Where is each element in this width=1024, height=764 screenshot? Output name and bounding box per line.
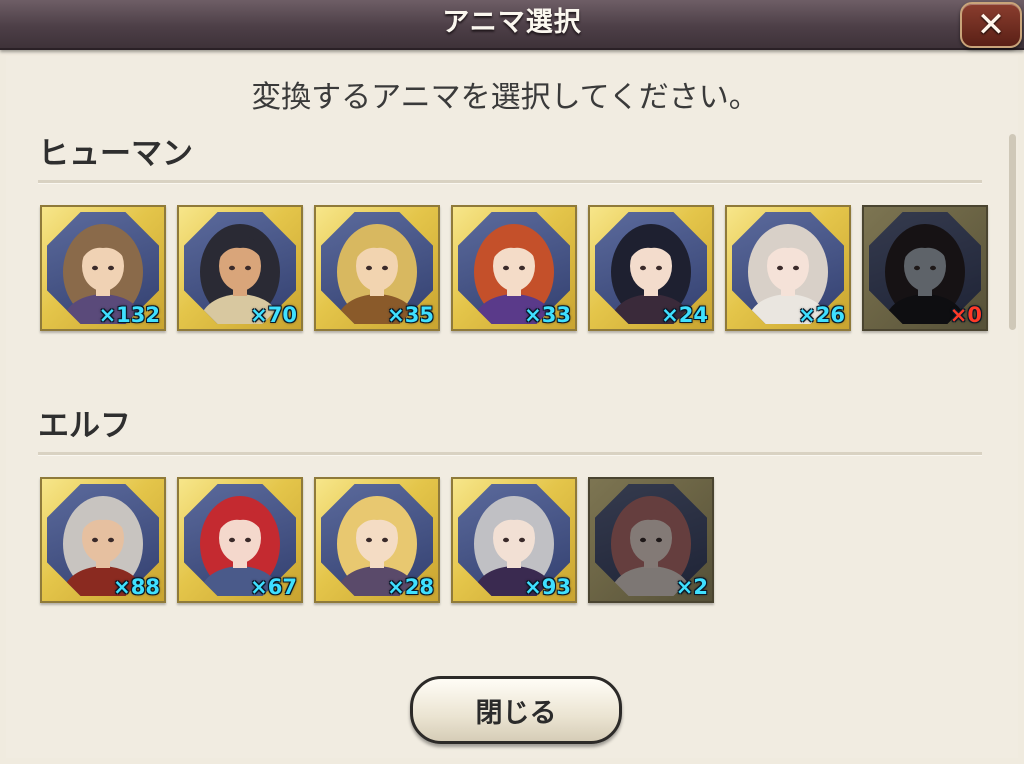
section-title-human: ヒューマン <box>38 136 193 172</box>
anima-card[interactable]: ×28 <box>314 477 440 603</box>
anima-count: ×70 <box>250 303 297 327</box>
anima-grid-elf: ×88 ×67 ×28 ×93 ×2 <box>40 477 714 603</box>
section-divider <box>38 452 982 456</box>
anima-count: ×67 <box>250 575 297 599</box>
instruction-text: 変換するアニマを選択してください。 <box>251 80 759 115</box>
scrollbar[interactable] <box>1009 134 1016 330</box>
anima-count: ×26 <box>798 303 845 327</box>
anima-card[interactable]: ×24 <box>588 205 714 331</box>
anima-count: ×2 <box>675 575 708 599</box>
anima-count: ×0 <box>949 303 982 327</box>
close-x-button[interactable]: ✕ <box>960 2 1022 48</box>
anima-card[interactable]: ×35 <box>314 205 440 331</box>
anima-count: ×24 <box>661 303 708 327</box>
anima-card[interactable]: ×88 <box>40 477 166 603</box>
anima-count: ×35 <box>387 303 434 327</box>
anima-grid-human: ×132 ×70 ×35 ×33 ×24 ×26 ×0 <box>40 205 988 331</box>
anima-count: ×93 <box>524 575 571 599</box>
anima-card[interactable]: ×132 <box>40 205 166 331</box>
anima-count: ×33 <box>524 303 571 327</box>
section-divider <box>38 180 982 184</box>
anima-card[interactable]: ×67 <box>177 477 303 603</box>
anima-card[interactable]: ×93 <box>451 477 577 603</box>
anima-card[interactable]: ×26 <box>725 205 851 331</box>
anima-card[interactable]: ×2 <box>588 477 714 603</box>
close-button-label: 閉じる <box>475 697 557 729</box>
close-button[interactable]: 閉じる <box>410 676 622 744</box>
anima-count: ×132 <box>98 303 160 327</box>
anima-count: ×28 <box>387 575 434 599</box>
dialog-title: アニマ選択 <box>442 7 582 38</box>
anima-count: ×88 <box>113 575 160 599</box>
close-icon: ✕ <box>976 5 1006 45</box>
section-title-elf: エルフ <box>38 408 131 444</box>
anima-card[interactable]: ×33 <box>451 205 577 331</box>
anima-card[interactable]: ×0 <box>862 205 988 331</box>
anima-card[interactable]: ×70 <box>177 205 303 331</box>
